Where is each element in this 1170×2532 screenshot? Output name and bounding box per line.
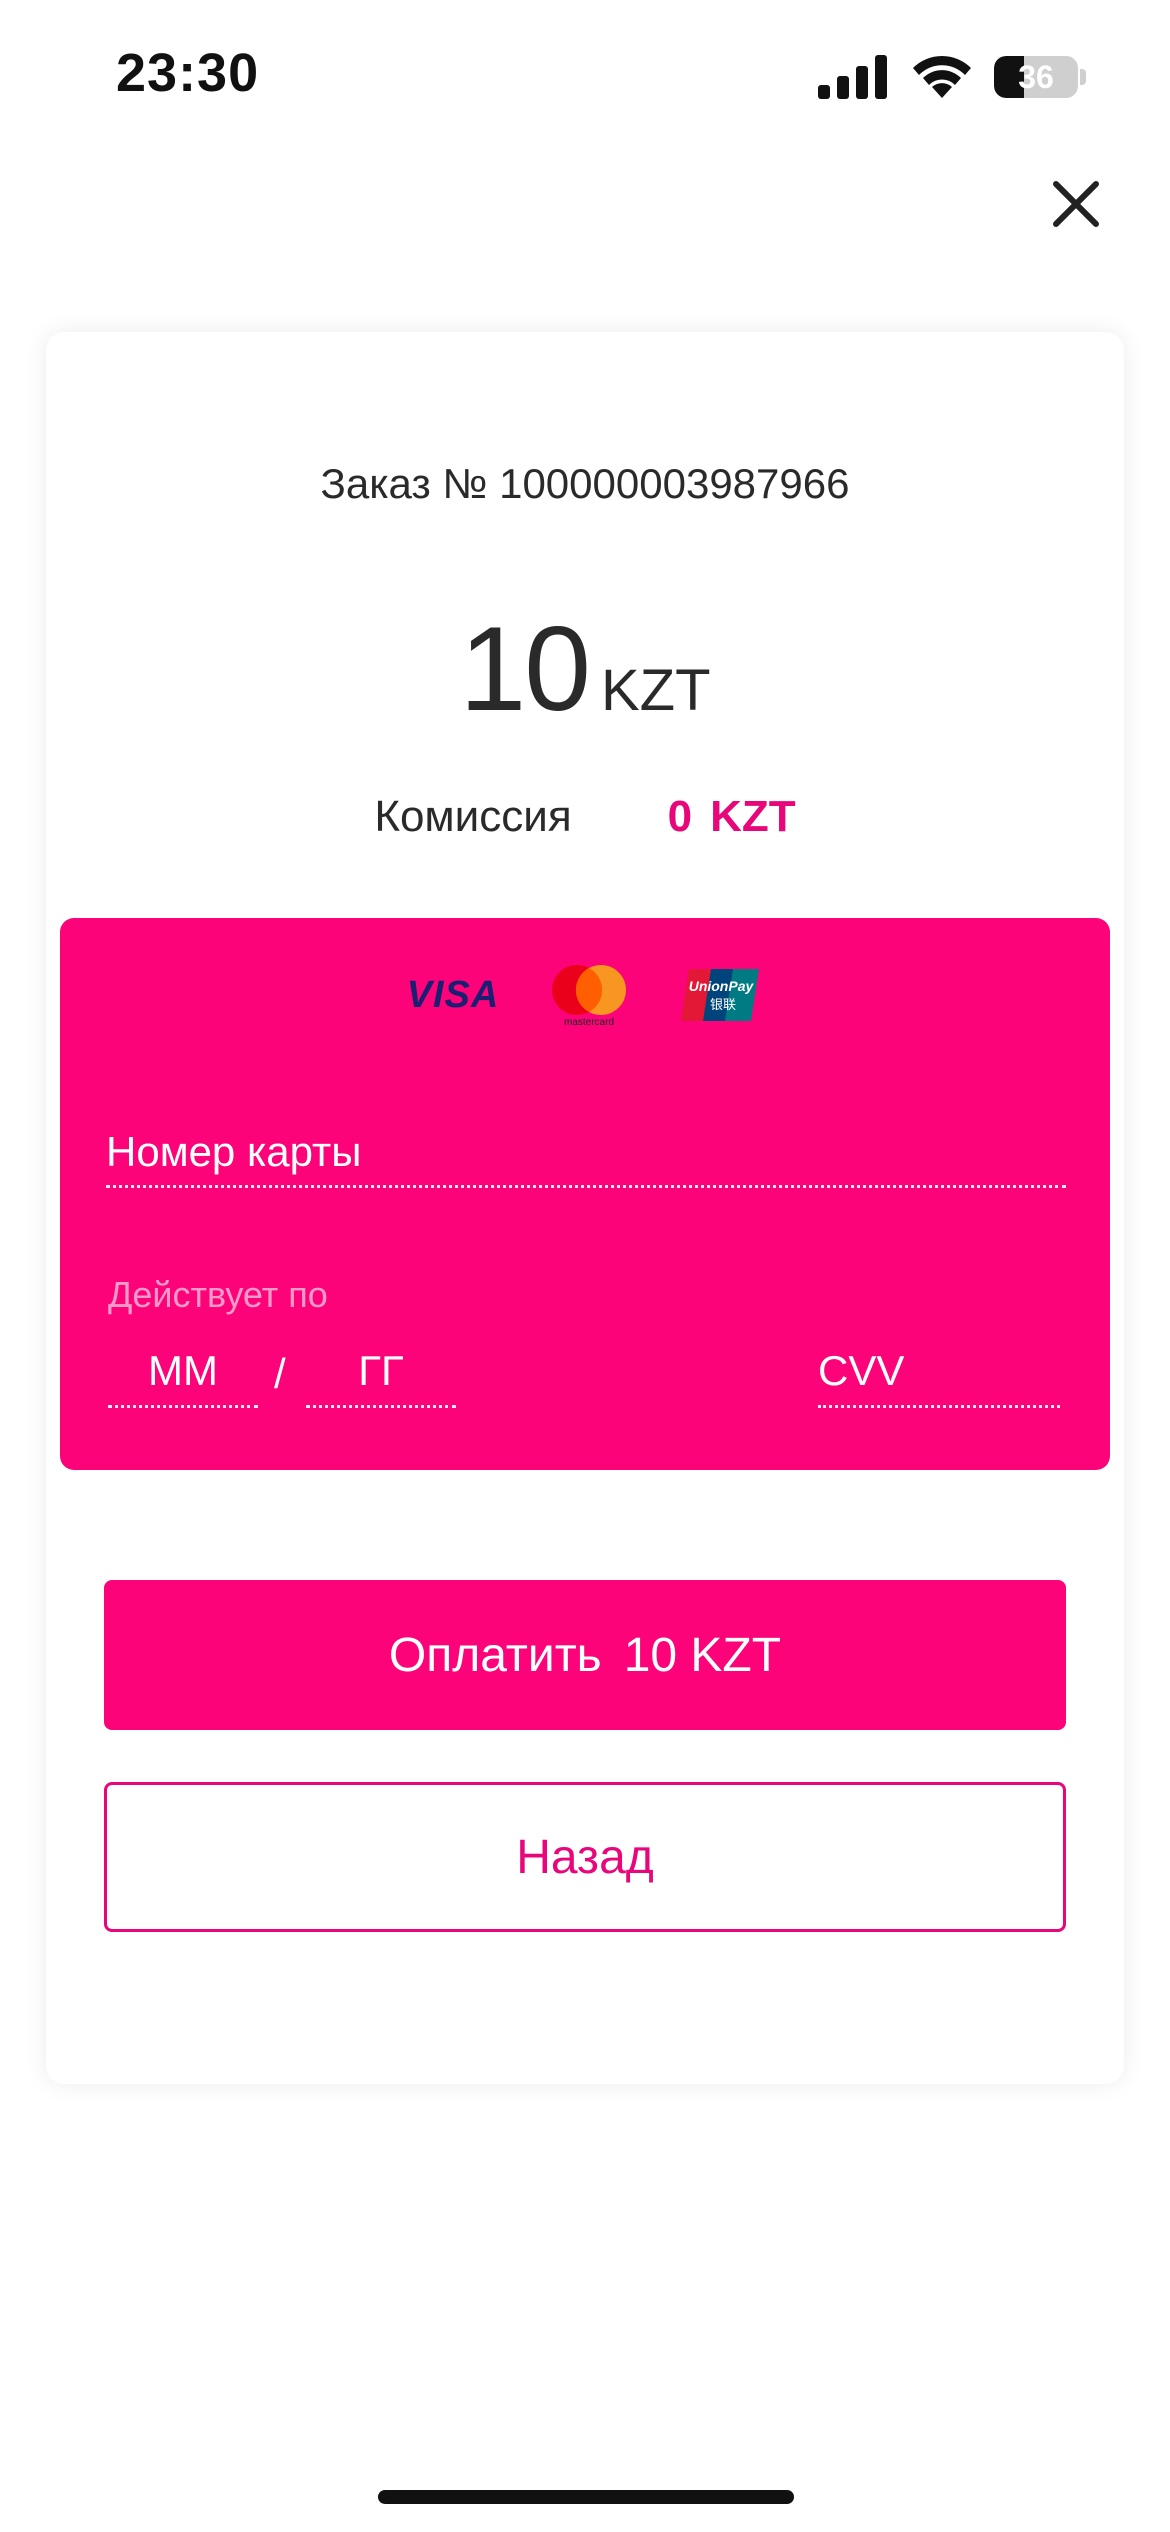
expiry-year-input[interactable]: [306, 1336, 456, 1408]
status-icons: 36: [818, 52, 1086, 102]
unionpay-text: UnionPay: [689, 978, 755, 994]
amount-currency: KZT: [600, 658, 711, 723]
cellular-signal-icon: [818, 55, 887, 99]
status-time: 23:30: [116, 43, 260, 103]
visa-logo: VISA: [406, 973, 500, 1016]
mastercard-logo: mastercard: [552, 965, 627, 1028]
pay-button-amount: 10 KZT: [623, 1628, 782, 1682]
order-amount: 10 KZT: [46, 600, 1124, 738]
home-indicator[interactable]: [378, 2490, 794, 2504]
fee-row: Комиссия 0 KZT: [46, 792, 1124, 842]
payment-card: Заказ № 100000003987966 10 KZT Комиссия 0…: [46, 332, 1124, 2084]
battery-icon: 36: [994, 56, 1086, 98]
card-form-panel: VISA mastercard UnionPay 银联 Действует по: [60, 918, 1110, 1470]
fee-value: 0 KZT: [668, 792, 796, 842]
expiry-separator: /: [274, 1350, 286, 1397]
close-icon[interactable]: [1048, 176, 1104, 232]
wifi-icon: [913, 55, 971, 98]
battery-tip: [1080, 69, 1086, 85]
card-logos: VISA mastercard UnionPay 银联: [60, 962, 1110, 1028]
battery-body: 36: [994, 56, 1078, 98]
order-title: Заказ № 100000003987966: [320, 460, 850, 507]
cvv-input[interactable]: [818, 1336, 1060, 1408]
unionpay-logo: UnionPay 银联: [681, 969, 760, 1021]
fee-label: Комиссия: [374, 792, 572, 841]
pay-button[interactable]: Оплатить 10 KZT: [104, 1580, 1066, 1730]
payment-screen: 23:30 36 Заказ № 100000003987966 10 KZT …: [0, 0, 1170, 2532]
mastercard-text: mastercard: [564, 1017, 614, 1028]
pay-button-label: Оплатить: [388, 1628, 602, 1682]
unionpay-cn-text: 银联: [710, 998, 736, 1013]
expiry-month-input[interactable]: [108, 1336, 258, 1408]
fee-currency: KZT: [710, 792, 796, 841]
fee-amount: 0: [667, 792, 693, 841]
card-number-input[interactable]: [106, 1118, 1066, 1188]
battery-percent: 36: [1018, 58, 1054, 95]
valid-thru-label: Действует по: [108, 1274, 328, 1315]
amount-value: 10: [459, 602, 590, 736]
back-button[interactable]: Назад: [104, 1782, 1066, 1932]
